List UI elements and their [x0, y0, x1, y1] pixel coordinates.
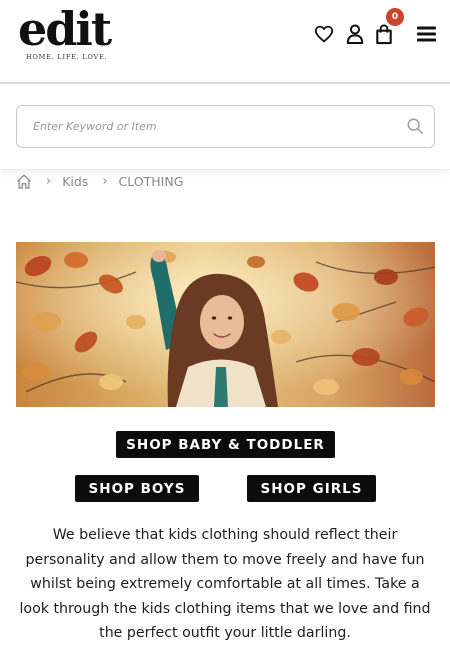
search-box: [16, 105, 435, 148]
intro-text: We believe that kids clothing should ref…: [19, 527, 431, 641]
menu-button[interactable]: [414, 22, 438, 46]
heart-icon: [314, 25, 334, 43]
breadcrumb: › Kids › CLOTHING: [16, 171, 183, 191]
site-logo[interactable]: edit HOME. LIFE. LOVE.: [18, 6, 118, 61]
search-input[interactable]: [33, 106, 393, 147]
hamburger-menu-icon: [416, 26, 436, 42]
wishlist-button[interactable]: [312, 22, 336, 46]
hero-image: [16, 242, 435, 407]
breadcrumb-kids[interactable]: Kids: [62, 174, 88, 189]
user-icon: [346, 24, 364, 44]
account-button[interactable]: [343, 22, 367, 46]
cart-count-badge: 0: [386, 8, 404, 26]
breadcrumb-clothing: CLOTHING: [118, 173, 184, 189]
hero-photo: [16, 242, 435, 407]
chevron-right-icon: ›: [102, 173, 108, 189]
logo-wordmark: edit: [18, 2, 112, 56]
search-icon[interactable]: [406, 117, 424, 135]
logo-tagline: HOME. LIFE. LOVE.: [26, 53, 108, 61]
shop-girls-button[interactable]: SHOP GIRLS: [247, 475, 376, 502]
home-icon[interactable]: [16, 174, 32, 189]
chevron-right-icon: ›: [46, 173, 52, 189]
shop-boys-button[interactable]: SHOP BOYS: [75, 475, 199, 502]
shopping-bag-icon: [376, 23, 392, 44]
shop-baby-toddler-button[interactable]: SHOP BABY & TODDLER: [116, 431, 335, 458]
search-bar: [0, 86, 450, 170]
site-header: edit HOME. LIFE. LOVE. 0: [0, 0, 450, 84]
